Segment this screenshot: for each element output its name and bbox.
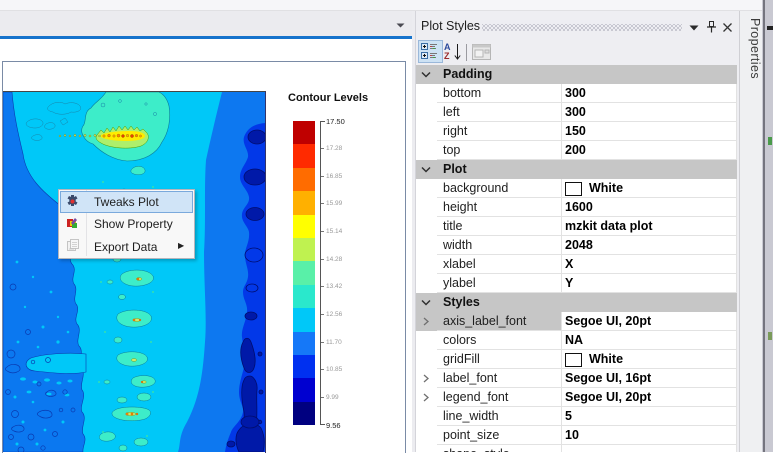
- svg-text:Z: Z: [444, 51, 450, 61]
